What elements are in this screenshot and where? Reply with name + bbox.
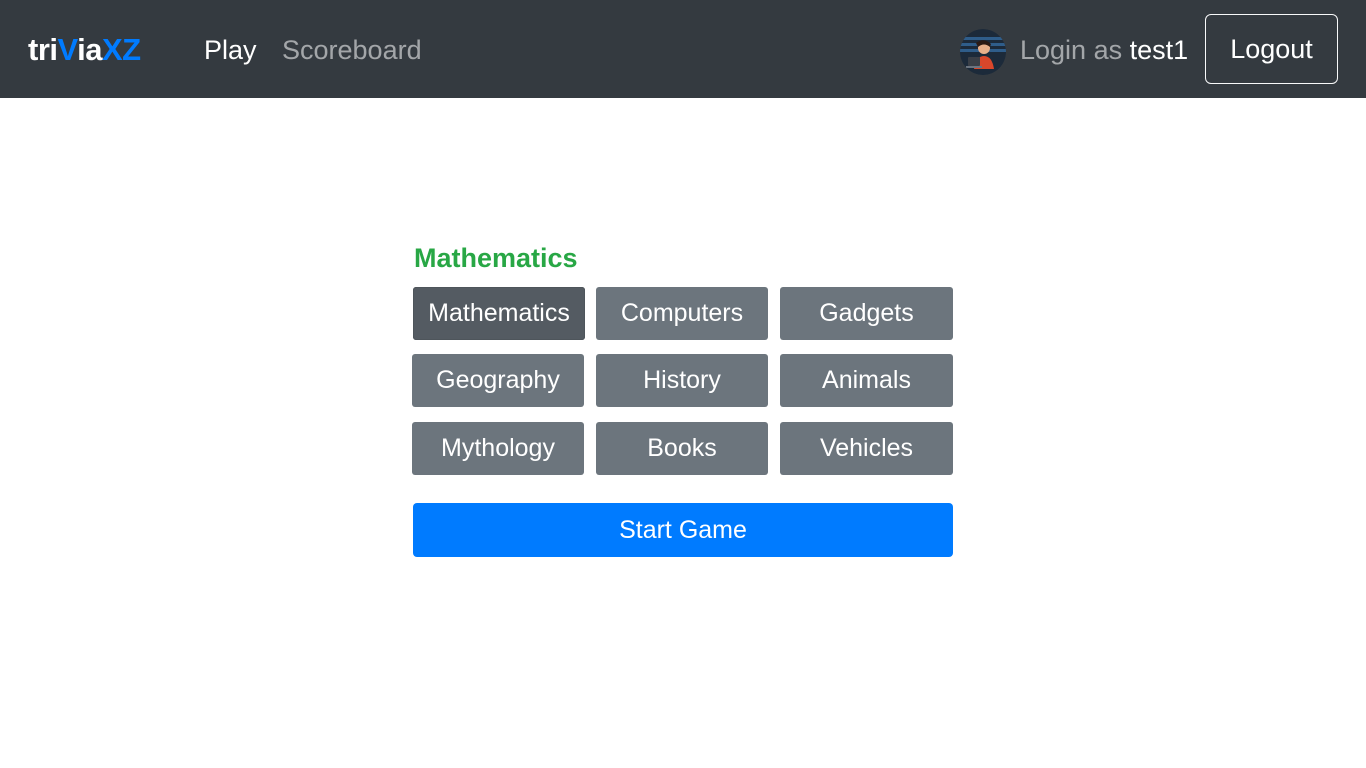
category-button-history[interactable]: History: [596, 354, 768, 407]
category-button-books[interactable]: Books: [596, 422, 768, 475]
login-status: Login as test1: [1020, 32, 1188, 68]
brand-part-tri: tri: [28, 32, 58, 67]
brand-part-xz: XZ: [101, 32, 141, 67]
category-button-mathematics[interactable]: Mathematics: [413, 287, 585, 340]
selected-category-title: Mathematics: [414, 243, 578, 273]
category-button-animals[interactable]: Animals: [780, 354, 953, 407]
nav-link-play[interactable]: Play: [204, 32, 257, 68]
brand-part-ia: ia: [77, 32, 102, 67]
brand-logo[interactable]: triViaXZ: [28, 30, 141, 70]
user-avatar-icon: [960, 29, 1006, 75]
login-username: test1: [1129, 35, 1189, 65]
nav-link-scoreboard[interactable]: Scoreboard: [282, 32, 422, 68]
category-button-vehicles[interactable]: Vehicles: [780, 422, 953, 475]
category-button-gadgets[interactable]: Gadgets: [780, 287, 953, 340]
brand-part-v: V: [57, 32, 78, 67]
category-button-mythology[interactable]: Mythology: [412, 422, 584, 475]
category-button-computers[interactable]: Computers: [596, 287, 768, 340]
start-game-button[interactable]: Start Game: [413, 503, 953, 557]
category-button-geography[interactable]: Geography: [412, 354, 584, 407]
navbar: triViaXZ Play Scoreboard Login as test1 …: [0, 0, 1366, 98]
login-prefix: Login as: [1020, 35, 1123, 65]
logout-button[interactable]: Logout: [1205, 14, 1338, 84]
